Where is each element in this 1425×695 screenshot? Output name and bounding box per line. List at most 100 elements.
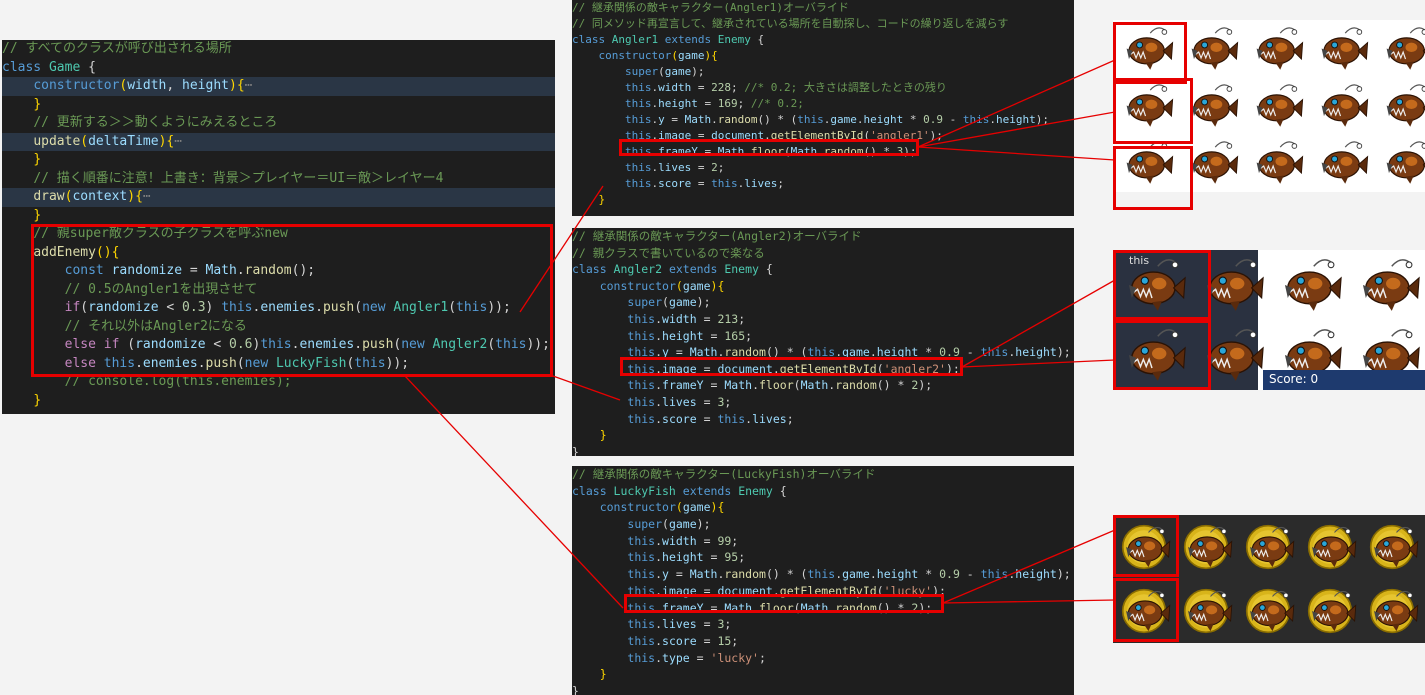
code-token: . [655,583,663,598]
code-token: height [1015,567,1057,582]
code-line: super(game); [572,516,1074,533]
code-line: update(deltaTime){⋯ [2,132,555,151]
code-token: () * ( [765,345,808,360]
code-line: this.frameY = Math.floor(Math.random() *… [572,377,1074,394]
lucky-fish-sprite [1121,588,1171,634]
code-line: } [572,444,1074,456]
code-token: { [711,49,718,62]
code-token: this [807,567,836,582]
code-token: lives [662,617,697,632]
code-token: = [691,129,712,142]
code-token: this [624,161,652,174]
code-token: this [627,328,656,343]
code-token: } [572,683,579,695]
lucky-fish-sprite [1369,524,1419,570]
code-token: random [724,345,766,360]
code-token: ( [793,600,801,615]
code-token: context [72,189,128,204]
code-token: game [830,113,857,126]
code-line: } [2,96,555,115]
code-token: this [717,411,746,426]
code-token: = [696,394,718,409]
code-token: . [236,263,245,278]
code-token: this [495,337,527,352]
code-token: = [668,345,690,360]
code-token: . [655,650,663,665]
code-token: Math [800,378,829,393]
angler1-fish-sprite [1386,84,1425,127]
code-token: class [572,33,612,46]
code-token: { [135,189,143,204]
code-token: this [627,600,656,615]
code-line: this.image = document.getElementById('an… [572,128,1074,144]
angler1-fish-sprite [1126,84,1174,127]
code-line: this.score = this.lives; [572,176,1074,192]
angler2-class-code-panel: // 継承関係の敵キャラクター(Angler2)オーバライド // 親クラスで書い… [572,228,1074,456]
code-token: this [624,97,652,110]
code-token: push [362,337,394,352]
lucky-fish-sprite [1307,524,1357,570]
code-token: Angler1 [611,33,665,46]
code-token: height [1015,345,1057,360]
code-token: { [236,78,245,93]
code-token: enemies [142,355,198,371]
code-token: getElementById [770,129,864,142]
code-token: deltaTime [88,133,159,149]
code-token: random [717,113,758,126]
code-token: . [655,533,663,548]
code-token: this [627,411,656,426]
code-token: ; [758,650,766,665]
code-token: randomize [111,263,183,278]
lucky-fish-sprite [1183,524,1233,570]
code-token: this [627,533,656,548]
code-line: // 継承関係の敵キャラクター(Angler2)オーバライド [572,228,1074,245]
code-token: addEnemy [33,244,96,260]
code-token: this [260,337,292,352]
code-token: this [627,567,656,582]
code-token: width [127,78,167,93]
code-line: // 継承関係の敵キャラクター(Angler1)オーバライド [572,0,1074,16]
code-token: - [942,113,963,126]
game-overlay-text: this [1129,254,1150,267]
code-token: = [691,177,712,190]
code-token: . [655,345,663,360]
code-token: floor [750,145,784,158]
code-token: Math [689,345,718,360]
code-token: * [918,567,940,582]
code-token: this [624,177,652,190]
code-token: 'angler2' [883,361,946,376]
code-token: height [995,113,1036,126]
angler1-fish-sprite [1256,84,1304,127]
code-token: . [655,328,663,343]
code-token: ); [918,378,933,393]
code-line: // すべてのクラスが呼び出される場所 [2,40,555,59]
luckyfish-sprite-sheet [1113,515,1425,643]
code-token: 228 [711,81,731,94]
code-token: 99 [717,533,732,548]
code-token: 165 [724,328,746,343]
code-line: this.y = Math.random() * (this.game.heig… [572,344,1074,361]
code-token: getElementById [779,583,877,598]
code-token: const [64,263,112,278]
code-token: floor [759,378,794,393]
code-token: game [682,278,711,293]
lucky-fish-sprite [1307,588,1357,634]
angler2-fish-sprite [1128,329,1186,381]
code-token: Enemy [738,483,780,498]
code-token: = [703,550,725,565]
code-token: random [724,567,766,582]
code-token: frameY [662,600,704,615]
